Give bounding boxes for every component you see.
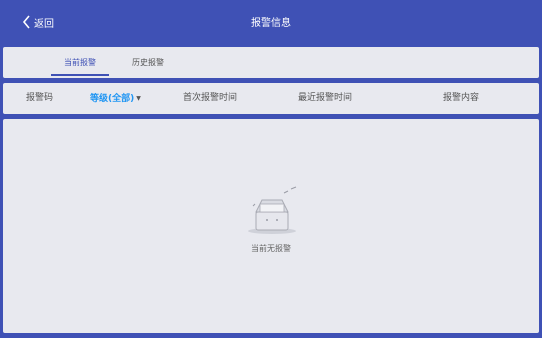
tab-bar: 当前报警 历史报警 bbox=[3, 47, 539, 78]
level-filter-dropdown[interactable]: 等级(全部) ▼ bbox=[90, 83, 141, 114]
table-header: 报警码 等级(全部) ▼ 首次报警时间 最近报警时间 报警内容 bbox=[3, 83, 539, 114]
column-code: 报警码 bbox=[26, 93, 54, 103]
alarm-list: 当前无报警 bbox=[3, 119, 539, 333]
tab-label: 历史报警 bbox=[132, 58, 164, 67]
tab-history-alarms[interactable]: 历史报警 bbox=[131, 47, 165, 78]
column-first-time: 首次报警时间 bbox=[183, 93, 238, 103]
dropdown-caret-icon: ▼ bbox=[136, 95, 141, 102]
empty-message: 当前无报警 bbox=[251, 244, 291, 253]
empty-box-icon bbox=[248, 186, 297, 234]
level-filter-label: 等级(全部) bbox=[90, 94, 135, 104]
column-content: 报警内容 bbox=[443, 93, 480, 103]
column-last-time: 最近报警时间 bbox=[298, 93, 353, 103]
top-bar: 返回 报警信息 bbox=[0, 0, 542, 44]
tab-label: 当前报警 bbox=[64, 58, 96, 67]
active-tab-indicator bbox=[51, 74, 109, 76]
page-title: 报警信息 bbox=[251, 18, 291, 29]
tab-current-alarms[interactable]: 当前报警 bbox=[51, 47, 109, 78]
